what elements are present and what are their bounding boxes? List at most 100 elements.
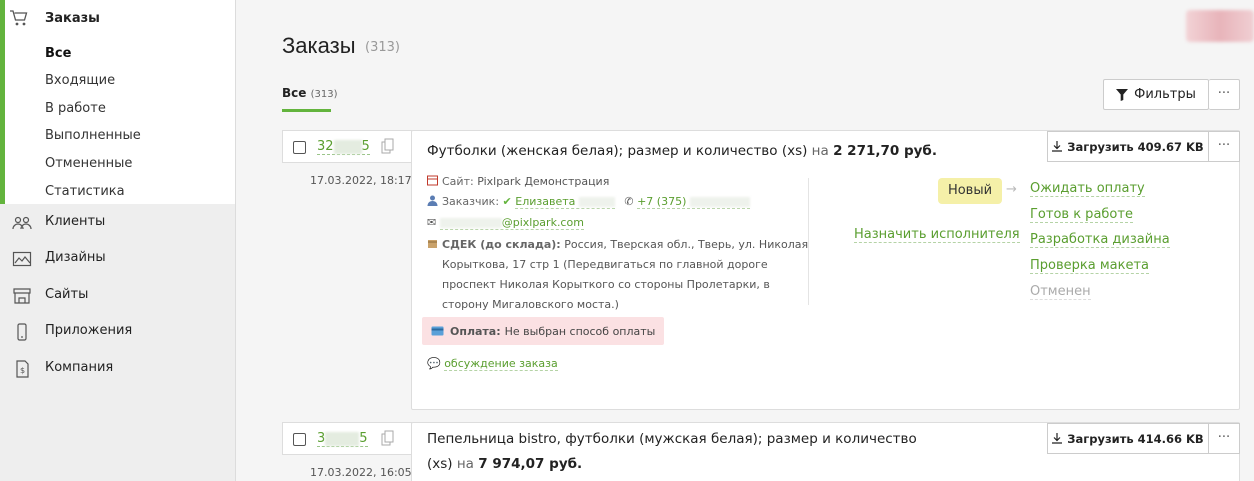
check-icon: ✔ [502, 195, 512, 208]
customer-phone-link[interactable]: +7 (375) [637, 195, 750, 209]
sidebar-item-clients-label: Клиенты [45, 214, 106, 229]
order-date: 17.03.2022, 18:17 [310, 174, 412, 187]
sidebar-sub-cancelled[interactable]: Отмененные [45, 156, 132, 171]
document-icon: $ [16, 360, 29, 378]
order-title-text: Футболки (женская белая); размер и колич… [427, 143, 808, 159]
payment-key: Оплата: [450, 324, 501, 338]
order-discussion-label: обсуждение заказа [444, 357, 558, 371]
store-icon [13, 288, 31, 304]
order-title-na: на [456, 456, 474, 472]
tab-all-count: (313) [310, 89, 338, 100]
tab-all-label: Все [282, 86, 307, 100]
customer-email-redacted [439, 218, 502, 228]
order-delivery: СДЕК (до склада): Россия, Тверская обл.,… [427, 238, 808, 251]
order-checkbox[interactable] [293, 141, 306, 154]
order-id-redacted [333, 139, 362, 154]
order-title-line2: (xs) [427, 456, 453, 472]
page-count: (313) [365, 40, 400, 55]
order-id-link[interactable]: 32 5 [317, 139, 370, 155]
sidebar-item-company[interactable]: $ Компания [0, 350, 235, 386]
status-option-ready[interactable]: Готов к работе [1030, 207, 1133, 223]
sidebar-sub-statistics[interactable]: Статистика [45, 184, 125, 199]
status-option-await-payment[interactable]: Ожидать оплату [1030, 181, 1145, 197]
order-id-redacted [325, 431, 360, 446]
site-key: Сайт: [442, 175, 474, 188]
order-title-line1: Пепельница bistro, футболки (мужская бел… [427, 431, 917, 447]
status-option-design[interactable]: Разработка дизайна [1030, 232, 1170, 248]
order-customer: Заказчик: ✔ Елизавета ✆ +7 (375) [427, 195, 750, 209]
download-button[interactable]: Загрузить 409.67 KB [1047, 131, 1209, 162]
download-icon [1052, 141, 1063, 152]
site-value: Pixlpark Демонстрация [477, 175, 610, 188]
order-site: Сайт: Pixlpark Демонстрация [427, 175, 609, 188]
copy-icon[interactable] [381, 138, 395, 154]
order-checkbox[interactable] [293, 433, 306, 446]
delivery-icon [428, 240, 437, 248]
order-body: Пепельница bistro, футболки (мужская бел… [411, 422, 1240, 481]
sidebar-orders-section: Заказы Все Входящие В работе Выполненные… [0, 0, 235, 204]
order-email: ✉ @pixlpark.com [427, 216, 584, 230]
sidebar: Заказы Все Входящие В работе Выполненные… [0, 0, 236, 481]
download-button[interactable]: Загрузить 414.66 KB [1047, 423, 1209, 454]
sidebar-item-company-label: Компания [45, 360, 114, 375]
customer-name: Елизавета [515, 195, 576, 208]
credit-card-icon [431, 326, 444, 336]
assign-executor-link[interactable]: Назначить исполнителя [854, 227, 1020, 243]
sidebar-item-orders-label: Заказы [45, 11, 100, 26]
sidebar-sub-all[interactable]: Все [45, 46, 71, 61]
order-id-link[interactable]: 35 [317, 431, 368, 447]
customer-key: Заказчик: [442, 195, 500, 208]
customer-surname-redacted [578, 197, 615, 207]
order-price: 2 271,70 руб. [833, 143, 937, 159]
sidebar-sub-in-progress[interactable]: В работе [45, 101, 106, 116]
order-id-end: 5 [359, 431, 368, 446]
sidebar-item-designs[interactable]: Дизайны [0, 240, 235, 276]
download-button-label: Загрузить 409.67 KB [1067, 139, 1204, 154]
image-icon [12, 251, 32, 267]
payment-status[interactable]: Оплата: Не выбран способ оплаты [422, 317, 665, 345]
sidebar-item-designs-label: Дизайны [45, 250, 106, 265]
delivery-address-line1: Россия, Тверская обл., Тверь, ул. Никола… [564, 238, 809, 251]
tab-all[interactable]: Все (313) [282, 86, 337, 100]
order-title-na: на [811, 143, 829, 159]
order-id-box: 35 [282, 422, 412, 455]
arrow-right-icon: → [1006, 182, 1017, 197]
order-title[interactable]: Пепельница bistro, футболки (мужская бел… [427, 427, 987, 477]
order-more-button[interactable]: ··· [1209, 423, 1240, 454]
page-title: Заказы [282, 33, 356, 58]
customer-name-link[interactable]: Елизавета [515, 195, 615, 209]
cart-icon [10, 10, 28, 26]
order-more-button[interactable]: ··· [1209, 131, 1240, 162]
sidebar-item-apps-label: Приложения [45, 323, 133, 338]
phone-icon: ✆ [624, 195, 634, 208]
avatar[interactable] [1186, 10, 1254, 42]
delivery-address-rest: Корыткова, 17 стр 1 (Передвигаться по гл… [442, 258, 770, 311]
sidebar-item-clients[interactable]: Клиенты [0, 204, 235, 240]
more-options-button[interactable]: ··· [1209, 79, 1240, 110]
sidebar-item-sites-label: Сайты [45, 287, 89, 302]
sidebar-sub-incoming[interactable]: Входящие [45, 73, 115, 88]
order-card: 35 17.03.2022, 16:05 Пепельница bistro, … [282, 422, 1240, 481]
filters-button[interactable]: Фильтры [1103, 79, 1209, 110]
users-icon [12, 216, 32, 230]
order-id-start: 32 [317, 139, 334, 154]
order-discussion-link[interactable]: 💬 обсуждение заказа [427, 357, 558, 371]
order-price: 7 974,07 руб. [478, 456, 583, 472]
customer-email-link[interactable]: @pixlpark.com [439, 216, 584, 230]
status-badge: Новый [938, 178, 1002, 204]
order-id-box: 32 5 [282, 130, 412, 163]
customer-phone-redacted [689, 197, 750, 207]
sidebar-item-apps[interactable]: Приложения [0, 313, 235, 349]
order-card: 32 5 17.03.2022, 18:17 Футболки (женская … [282, 130, 1240, 410]
sidebar-item-sites[interactable]: Сайты [0, 277, 235, 313]
mail-icon: ✉ [427, 216, 437, 229]
sidebar-sub-completed[interactable]: Выполненные [45, 128, 141, 143]
order-id-end: 5 [361, 139, 370, 154]
copy-icon[interactable] [381, 430, 395, 446]
payment-value: Не выбран способ оплаты [504, 324, 656, 338]
status-option-cancelled[interactable]: Отменен [1030, 284, 1091, 300]
chat-icon: 💬 [427, 357, 441, 370]
order-title[interactable]: Футболки (женская белая); размер и колич… [427, 139, 937, 164]
status-option-layout-check[interactable]: Проверка макета [1030, 258, 1150, 274]
divider [808, 178, 809, 305]
